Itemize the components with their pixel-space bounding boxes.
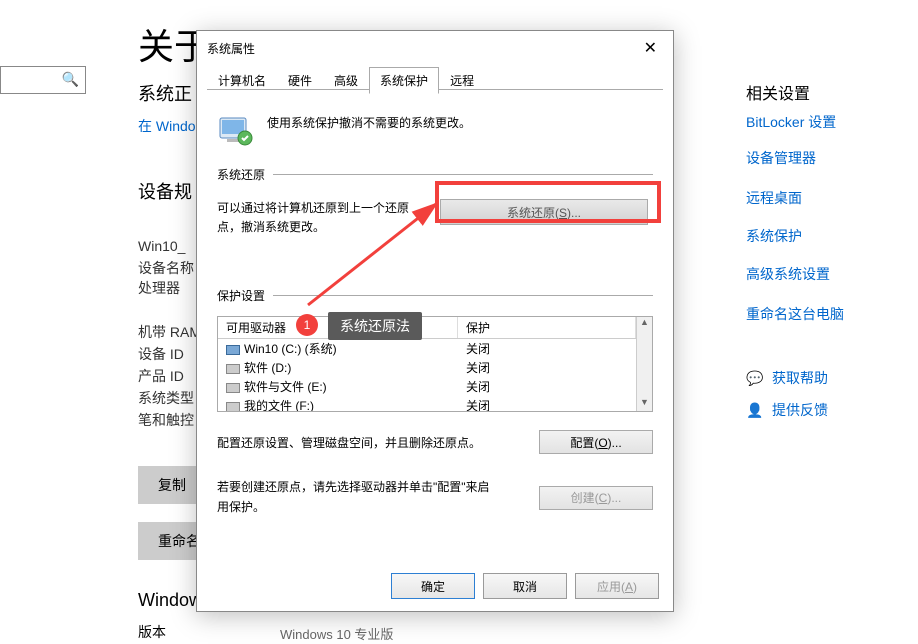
annotation-badge: 1 <box>296 314 318 336</box>
apply-button: 应用(A) <box>575 573 659 599</box>
link-rename-pc[interactable]: 重命名这台电脑 <box>746 304 844 324</box>
drive-list[interactable]: 可用驱动器 保护 Win10 (C:) (系统)关闭 软件 (D:)关闭 软件与… <box>217 316 653 412</box>
version-label: 版本 <box>138 622 166 642</box>
cancel-button[interactable]: 取消 <box>483 573 567 599</box>
monitor-status: 系统正 <box>138 80 192 106</box>
protection-settings-section: 保护设置 <box>217 287 653 304</box>
scroll-up-icon[interactable]: ▲ <box>637 317 652 331</box>
ok-button[interactable]: 确定 <box>391 573 475 599</box>
configure-description: 配置还原设置、管理磁盘空间，并且删除还原点。 <box>217 434 481 451</box>
feedback-icon: 👤 <box>746 402 766 419</box>
drive-icon <box>226 383 240 393</box>
close-icon[interactable]: ✕ <box>636 38 665 58</box>
link-get-help[interactable]: 💬获取帮助 <box>746 368 828 388</box>
spec-device-name-val: Win10_ <box>138 238 185 254</box>
drive-row[interactable]: Win10 (C:) (系统)关闭 <box>218 339 636 358</box>
dialog-message: 使用系统保护撤消不需要的系统更改。 <box>267 112 471 131</box>
system-restore-section: 系统还原 <box>217 166 653 183</box>
system-properties-dialog: 系统属性 ✕ 计算机名 硬件 高级 系统保护 远程 使用系统保护撤消不需要的系统… <box>196 30 674 612</box>
spec-cpu: 处理器 <box>138 278 180 298</box>
help-icon: 💬 <box>746 370 766 387</box>
system-protection-icon <box>217 112 253 148</box>
link-system-protection[interactable]: 系统保护 <box>746 226 802 246</box>
create-description: 若要创建还原点，请先选择驱动器并单击"配置"来启用保护。 <box>217 478 497 516</box>
link-device-manager[interactable]: 设备管理器 <box>746 148 816 168</box>
create-button: 创建(C)... <box>539 486 653 510</box>
restore-description: 可以通过将计算机还原到上一个还原点，撤消系统更改。 <box>217 199 415 237</box>
link-feedback[interactable]: 👤提供反馈 <box>746 400 828 420</box>
spec-ram: 机带 RAM <box>138 322 201 342</box>
windows-link[interactable]: 在 Windo <box>138 116 196 136</box>
device-spec-title: 设备规 <box>138 178 192 204</box>
configure-button[interactable]: 配置(O)... <box>539 430 653 454</box>
related-settings-title: 相关设置 <box>746 80 810 104</box>
version-value: Windows 10 专业版 <box>280 624 393 643</box>
spec-device-name: 设备名称 <box>138 258 194 278</box>
spec-system-type: 系统类型 <box>138 388 194 408</box>
dialog-titlebar: 系统属性 ✕ <box>197 31 673 59</box>
spec-device-id: 设备 ID <box>138 344 184 364</box>
link-advanced-settings[interactable]: 高级系统设置 <box>746 264 830 284</box>
scrollbar[interactable]: ▲ ▼ <box>636 317 652 411</box>
search-icon: 🔍 <box>62 71 79 88</box>
drive-row[interactable]: 软件 (D:)关闭 <box>218 358 636 377</box>
link-remote-desktop[interactable]: 远程桌面 <box>746 188 802 208</box>
drive-icon <box>226 345 240 355</box>
drive-icon <box>226 364 240 374</box>
system-restore-button[interactable]: 系统还原(S)... <box>440 199 648 225</box>
drive-icon <box>226 402 240 412</box>
scroll-down-icon[interactable]: ▼ <box>637 397 652 411</box>
spec-pen-touch: 笔和触控 <box>138 410 194 430</box>
col-protect: 保护 <box>458 317 636 338</box>
spec-product-id: 产品 ID <box>138 366 184 386</box>
annotation-tooltip: 系统还原法 <box>328 312 422 340</box>
dialog-title: 系统属性 <box>207 40 255 57</box>
link-bitlocker[interactable]: BitLocker 设置 <box>746 112 836 132</box>
drive-list-header: 可用驱动器 保护 <box>218 317 636 339</box>
drive-row[interactable]: 软件与文件 (E:)关闭 <box>218 377 636 396</box>
drive-row[interactable]: 我的文件 (F:)关闭 <box>218 396 636 412</box>
tab-system-protection[interactable]: 系统保护 <box>369 67 439 94</box>
search-box[interactable]: 🔍 <box>0 66 86 94</box>
